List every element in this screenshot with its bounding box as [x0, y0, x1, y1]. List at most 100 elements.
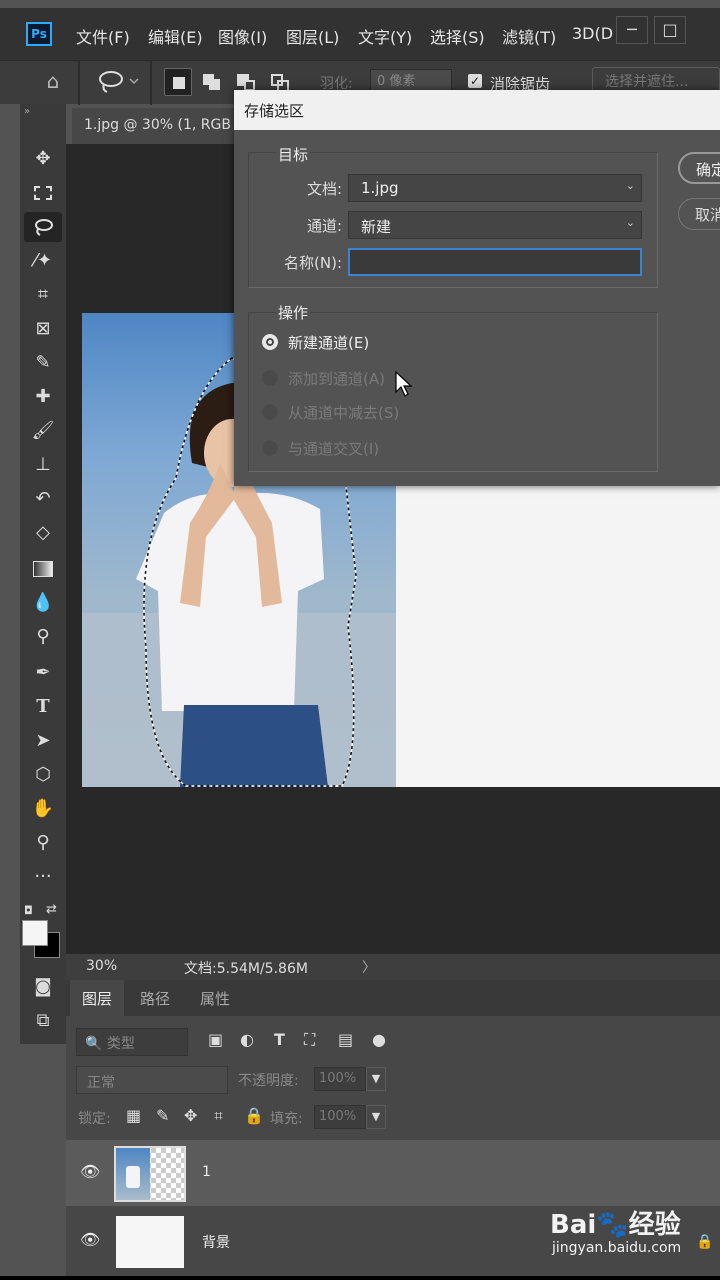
eraser-tool-icon[interactable]: ◇	[24, 518, 62, 548]
history-brush-tool-icon[interactable]: ↶	[24, 484, 62, 514]
radio-new-channel[interactable]	[262, 334, 278, 350]
opacity-input[interactable]: 100%	[314, 1067, 366, 1091]
menu-filter[interactable]: 滤镜(T)	[502, 24, 556, 48]
name-label: 名称(N):	[284, 254, 342, 272]
path-select-tool-icon[interactable]: ➤	[24, 726, 62, 756]
channel-label: 通道:	[306, 217, 342, 235]
layer-name[interactable]: 背景	[202, 1232, 230, 1252]
menu-layer[interactable]: 图层(L)	[286, 24, 339, 48]
tab-properties[interactable]: 属性	[188, 980, 242, 1016]
lasso-icon	[99, 71, 139, 93]
lock-all-icon[interactable]: 🔒	[244, 1106, 264, 1125]
lock-label: 锁定:	[78, 1111, 111, 1127]
blend-mode-select[interactable]: 正常	[76, 1066, 228, 1094]
radio-add-to-channel	[262, 370, 278, 386]
swap-colors-icon[interactable]: ⇄	[46, 902, 57, 917]
channel-select[interactable]: 新建 ⌄	[348, 211, 642, 239]
document-tab[interactable]: 1.jpg @ 30% (1, RGB	[72, 108, 242, 144]
blur-tool-icon[interactable]: 💧	[24, 588, 62, 618]
menu-3d[interactable]: 3D(D	[572, 24, 613, 43]
add-selection-button[interactable]	[198, 68, 226, 96]
gradient-tool-icon[interactable]	[24, 554, 62, 584]
screen-mode-icon[interactable]: ⧉	[24, 1006, 62, 1036]
lock-position-icon[interactable]: ✥	[184, 1106, 197, 1125]
quick-mask-icon[interactable]: ◙	[24, 972, 62, 1002]
lock-pixels-icon[interactable]: ✎	[156, 1106, 169, 1125]
home-icon[interactable]: ⌂	[38, 69, 68, 97]
eyedropper-tool-icon[interactable]: ✎	[24, 348, 62, 378]
minimize-button[interactable]: ─	[616, 16, 648, 44]
photoshop-window: Ps 文件(F) 编辑(E) 图像(I) 图层(L) 文字(Y) 选择(S) 滤…	[0, 0, 720, 1276]
default-colors-icon[interactable]: ◘	[24, 904, 33, 917]
cancel-button[interactable]: 取消	[678, 198, 720, 230]
fill-input[interactable]: 100%	[314, 1105, 366, 1129]
ps-logo[interactable]: Ps	[26, 22, 52, 46]
lock-transparent-icon[interactable]: ▦	[126, 1106, 141, 1125]
foreground-color-swatch[interactable]	[22, 920, 48, 946]
visibility-eye-icon[interactable]: 👁	[80, 1162, 100, 1181]
dodge-tool-icon[interactable]: ⚲	[24, 622, 62, 652]
menu-edit[interactable]: 编辑(E)	[148, 24, 203, 48]
stamp-tool-icon[interactable]: ⊥	[24, 450, 62, 480]
antialias-checkbox[interactable]: ✓	[468, 74, 482, 88]
opacity-dropdown-icon[interactable]: ▼	[366, 1067, 386, 1091]
chevron-down-icon: ⌄	[625, 179, 635, 192]
opacity-label: 不透明度:	[238, 1073, 299, 1089]
filter-type-icon[interactable]: T	[274, 1030, 285, 1049]
zoom-tool-icon[interactable]: ⚲	[24, 828, 62, 858]
move-tool-icon[interactable]: ✥	[24, 144, 62, 174]
status-menu-arrow[interactable]: 〉	[362, 957, 376, 977]
new-selection-button[interactable]	[164, 68, 192, 96]
shape-tool-icon[interactable]: ⬡	[24, 760, 62, 790]
healing-tool-icon[interactable]: ✚	[24, 382, 62, 412]
crop-tool-icon[interactable]: ⌗	[24, 280, 62, 310]
search-icon: 🔍	[85, 1036, 103, 1052]
menu-bar: Ps 文件(F) 编辑(E) 图像(I) 图层(L) 文字(Y) 选择(S) 滤…	[0, 8, 720, 60]
lock-artboard-icon[interactable]: ⌗	[214, 1106, 223, 1126]
filter-toggle-icon[interactable]: ●	[372, 1030, 386, 1049]
fill-label: 填充:	[270, 1111, 303, 1127]
filter-shape-icon[interactable]: ⛶	[304, 1030, 315, 1050]
magic-wand-tool-icon[interactable]: ⁄✦	[24, 246, 62, 276]
radio-add-to-channel-label: 添加到通道(A)	[288, 370, 385, 388]
operation-group-title: 操作	[276, 302, 311, 323]
lasso-tool-icon[interactable]	[24, 212, 62, 242]
lasso-preset-picker[interactable]	[94, 67, 144, 97]
zoom-level[interactable]: 30%	[86, 958, 117, 974]
tools-panel: » ✥ ⁄✦ ⌗ ⊠ ✎ ✚ 🖌 ⊥ ↶ ◇ 💧 ⚲ ✒ T ➤ ⬡ ✋ ⚲ ·…	[20, 104, 66, 1044]
radio-intersect-channel-label: 与通道交叉(I)	[288, 440, 380, 458]
menu-select[interactable]: 选择(S)	[430, 24, 485, 48]
menu-file[interactable]: 文件(F)	[76, 24, 130, 48]
more-tools-icon[interactable]: ···	[24, 862, 62, 892]
layer-thumbnail	[114, 1146, 186, 1202]
mouse-cursor-icon	[395, 370, 413, 397]
type-tool-icon[interactable]: T	[24, 692, 62, 722]
visibility-eye-icon[interactable]: 👁	[80, 1230, 100, 1249]
layer-row[interactable]: 👁 1	[66, 1140, 720, 1206]
menu-type[interactable]: 文字(Y)	[358, 24, 412, 48]
layer-filter-select[interactable]: 🔍 类型	[76, 1028, 188, 1056]
brush-tool-icon[interactable]: 🖌	[24, 416, 62, 446]
tab-layers[interactable]: 图层	[70, 980, 125, 1016]
radio-new-channel-label[interactable]: 新建通道(E)	[288, 332, 369, 353]
ok-button[interactable]: 确定	[678, 152, 720, 184]
baidu-jingyan-watermark: Bai🐾经验 jingyan.baidu.com	[550, 1204, 710, 1268]
marquee-tool-icon[interactable]	[24, 178, 62, 208]
frame-tool-icon[interactable]: ⊠	[24, 314, 62, 344]
fill-dropdown-icon[interactable]: ▼	[366, 1105, 386, 1129]
filter-image-icon[interactable]: ▣	[208, 1030, 223, 1049]
filter-smart-object-icon[interactable]: ▤	[338, 1030, 353, 1049]
collapse-icon[interactable]: »	[24, 106, 30, 117]
lock-icon: 🔒	[696, 1234, 714, 1250]
hand-tool-icon[interactable]: ✋	[24, 794, 62, 824]
layer-name[interactable]: 1	[202, 1164, 211, 1180]
name-input[interactable]	[348, 248, 642, 276]
pen-tool-icon[interactable]: ✒	[24, 658, 62, 688]
close-button[interactable]	[692, 16, 720, 44]
maximize-button[interactable]: □	[654, 16, 686, 44]
document-label: 文档:	[306, 180, 342, 198]
tab-paths[interactable]: 路径	[128, 980, 182, 1016]
menu-image[interactable]: 图像(I)	[218, 24, 267, 48]
filter-adjustment-icon[interactable]: ◐	[240, 1030, 254, 1049]
document-select[interactable]: 1.jpg ⌄	[348, 174, 642, 202]
